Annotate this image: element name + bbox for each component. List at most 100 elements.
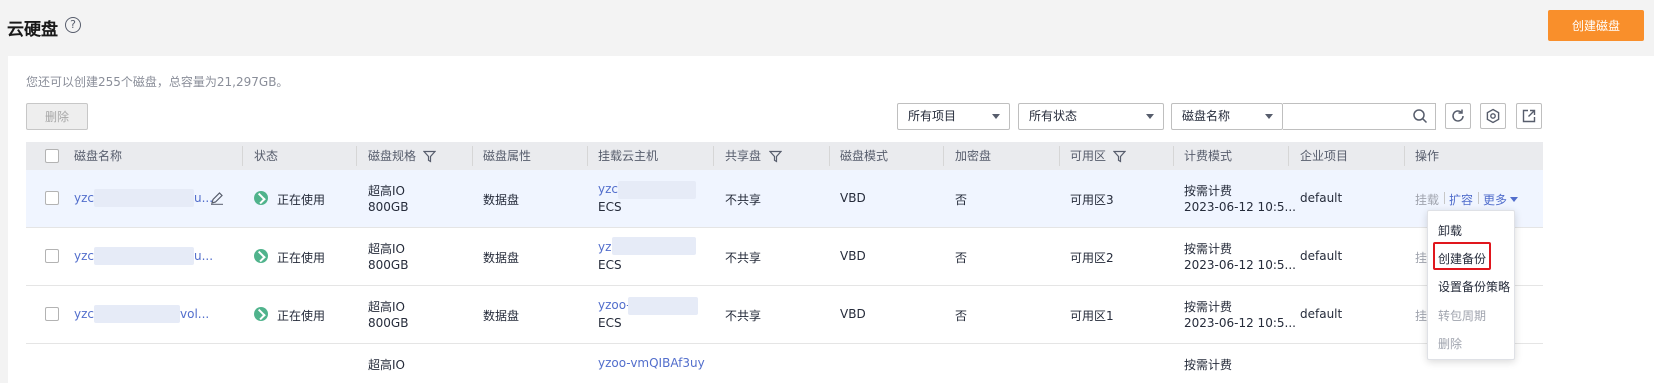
divider	[587, 146, 588, 166]
row-checkbox[interactable]	[45, 249, 59, 263]
encrypted-value: 否	[955, 309, 968, 323]
caret-down-icon[interactable]	[1510, 197, 1518, 202]
disk-name-link[interactable]: yzc	[74, 191, 94, 205]
disk-attribute: 数据盘	[483, 193, 520, 207]
expand-action[interactable]: 扩容	[1449, 191, 1473, 208]
project-select[interactable]: 所有项目	[897, 103, 1010, 130]
shared-value: 不共享	[725, 309, 762, 323]
delete-menu-item[interactable]: 删除	[1438, 335, 1462, 352]
col-project: 企业项目	[1300, 149, 1349, 163]
edit-icon[interactable]	[210, 191, 224, 205]
masked-text	[94, 305, 180, 323]
quota-text: 您还可以创建255个磁盘，总容量为21,297GB。	[26, 75, 289, 89]
mode-value: VBD	[840, 249, 866, 263]
chevron-down-icon	[992, 114, 1000, 119]
create-disk-button[interactable]: 创建磁盘	[1548, 10, 1644, 41]
refresh-button[interactable]	[1445, 103, 1471, 129]
billing-time: 2023-06-12 10:5...	[1184, 258, 1296, 272]
billing-mode: 按需计费	[1184, 300, 1233, 314]
unmount-menu-item[interactable]: 卸载	[1438, 222, 1462, 239]
billing-mode: 按需计费	[1184, 358, 1233, 372]
billing-time: 2023-06-12 10:5...	[1184, 316, 1296, 330]
mount-action[interactable]: 挂	[1415, 307, 1427, 324]
mode-value: VBD	[840, 191, 866, 205]
billing-mode: 按需计费	[1184, 242, 1233, 256]
col-attribute: 磁盘属性	[483, 149, 532, 163]
masked-text	[94, 189, 194, 207]
masked-text	[618, 181, 696, 199]
disk-name-suffix[interactable]: u...	[194, 249, 213, 263]
table-row[interactable]: 超高IO yzoo-vmQIBAf3uy 按需计费	[26, 344, 1543, 383]
select-all-checkbox[interactable]	[45, 149, 59, 163]
zone-value: 可用区2	[1070, 251, 1114, 265]
project-value: default	[1300, 249, 1343, 263]
divider	[943, 146, 944, 166]
host-link[interactable]: yz	[598, 240, 611, 254]
settings-button[interactable]	[1480, 103, 1506, 129]
masked-text	[94, 247, 194, 265]
search-icon[interactable]	[1412, 108, 1428, 124]
divider	[1404, 146, 1405, 166]
col-host: 挂载云主机	[598, 149, 659, 163]
zone-value: 可用区3	[1070, 193, 1114, 207]
help-icon[interactable]: ?	[65, 17, 81, 33]
disk-name-link[interactable]: yzc	[74, 249, 94, 263]
project-select-value: 所有项目	[908, 109, 957, 123]
project-value: default	[1300, 307, 1343, 321]
row-checkbox[interactable]	[45, 307, 59, 321]
disk-name-link[interactable]: yzc	[74, 307, 94, 321]
backup-policy-menu-item[interactable]: 设置备份策略	[1438, 278, 1510, 295]
divider	[1059, 146, 1060, 166]
host-type: ECS	[598, 316, 622, 330]
status-select-value: 所有状态	[1029, 109, 1078, 123]
main-panel: 您还可以创建255个磁盘，总容量为21,297GB。 删除 所有项目 所有状态 …	[8, 56, 1654, 383]
disk-name-suffix[interactable]: vol...	[180, 307, 209, 321]
search-field-select[interactable]: 磁盘名称	[1171, 103, 1283, 130]
divider	[1288, 146, 1289, 166]
status-success-icon	[254, 249, 268, 263]
filter-icon[interactable]	[1113, 150, 1126, 163]
shared-value: 不共享	[725, 251, 762, 265]
export-button[interactable]	[1516, 103, 1542, 129]
host-link[interactable]: yzc	[598, 182, 618, 196]
mount-action[interactable]: 挂	[1415, 249, 1427, 266]
table-row[interactable]: yzc u... 正在使用 超高IO 800GB 数据盘 yz ECS 不共享 …	[26, 228, 1543, 286]
change-billing-menu-item[interactable]: 转包周期	[1438, 307, 1486, 324]
table-row[interactable]: yzc vol... 正在使用 超高IO 800GB 数据盘 yzoo- ECS…	[26, 286, 1543, 344]
col-status: 状态	[254, 149, 279, 163]
divider	[829, 146, 830, 166]
divider	[242, 146, 243, 166]
host-type: ECS	[598, 200, 622, 214]
status-select[interactable]: 所有状态	[1018, 103, 1164, 130]
billing-mode: 按需计费	[1184, 184, 1233, 198]
col-disk-name: 磁盘名称	[74, 149, 123, 163]
highlight-annotation	[1433, 242, 1491, 270]
status-text: 正在使用	[277, 251, 326, 265]
status-success-icon	[254, 191, 268, 205]
col-shared: 共享盘	[725, 149, 762, 163]
row-checkbox[interactable]	[45, 191, 59, 205]
host-link[interactable]: yzoo-	[598, 298, 631, 312]
spec-type: 超高IO	[368, 242, 405, 256]
divider	[1478, 192, 1479, 204]
divider	[713, 146, 714, 166]
chevron-down-icon	[1146, 114, 1154, 119]
col-spec: 磁盘规格	[368, 149, 417, 163]
col-mode: 磁盘模式	[840, 149, 889, 163]
masked-text	[612, 237, 696, 255]
spec-type: 超高IO	[368, 300, 405, 314]
host-link[interactable]: yzoo-vmQIBAf3uy	[598, 356, 705, 370]
disk-attribute: 数据盘	[483, 251, 520, 265]
delete-button[interactable]: 删除	[26, 103, 88, 130]
masked-text	[628, 297, 698, 315]
divider	[1444, 192, 1445, 204]
spec-type: 超高IO	[368, 358, 405, 372]
table-row[interactable]: yzc u... 正在使用 超高IO 800GB 数据盘 yzc ECS 不共享…	[26, 170, 1543, 228]
spec-size: 800GB	[368, 316, 409, 330]
divider	[1173, 146, 1174, 166]
filter-icon[interactable]	[423, 150, 436, 163]
mount-action[interactable]: 挂载	[1415, 191, 1439, 208]
spec-size: 800GB	[368, 200, 409, 214]
more-action[interactable]: 更多	[1483, 191, 1507, 208]
filter-icon[interactable]	[769, 150, 782, 163]
